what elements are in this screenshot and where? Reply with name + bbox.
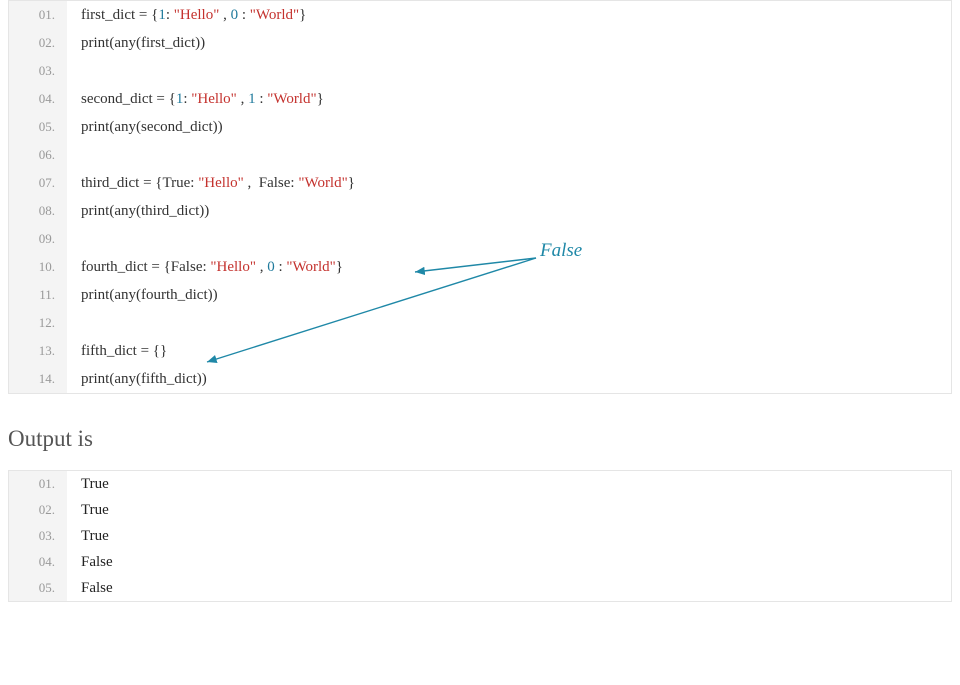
code-line: 07.third_dict = {True: "Hello" , False: …	[9, 169, 951, 197]
line-number: 03.	[9, 57, 67, 85]
line-number: 08.	[9, 197, 67, 225]
line-number: 12.	[9, 309, 67, 337]
output-block: 01.True02.True03.True04.False05.False	[8, 470, 952, 602]
line-number: 03.	[9, 523, 67, 549]
line-content: third_dict = {True: "Hello" , False: "Wo…	[67, 169, 355, 197]
code-line: 05.print(any(second_dict))	[9, 113, 951, 141]
output-line: 03.True	[9, 523, 951, 549]
code-line: 02.print(any(first_dict))	[9, 29, 951, 57]
output-value: False	[67, 549, 113, 575]
code-block: 01.first_dict = {1: "Hello" , 0 : "World…	[8, 0, 952, 394]
line-content	[67, 141, 81, 169]
output-value: True	[67, 471, 109, 497]
code-line: 03.	[9, 57, 951, 85]
line-content: second_dict = {1: "Hello" , 1 : "World"}	[67, 85, 324, 113]
code-line: 14.print(any(fifth_dict))	[9, 365, 951, 393]
line-number: 04.	[9, 549, 67, 575]
line-number: 11.	[9, 281, 67, 309]
line-content: fifth_dict = {}	[67, 337, 167, 365]
line-number: 14.	[9, 365, 67, 393]
code-line: 12.	[9, 309, 951, 337]
line-number: 05.	[9, 575, 67, 601]
output-line: 02.True	[9, 497, 951, 523]
line-content: print(any(fourth_dict))	[67, 281, 218, 309]
line-content: print(any(fifth_dict))	[67, 365, 207, 393]
code-line: 13.fifth_dict = {}	[9, 337, 951, 365]
code-line: 04.second_dict = {1: "Hello" , 1 : "Worl…	[9, 85, 951, 113]
line-number: 02.	[9, 29, 67, 57]
code-line: 09.	[9, 225, 951, 253]
code-line: 01.first_dict = {1: "Hello" , 0 : "World…	[9, 1, 951, 29]
line-number: 13.	[9, 337, 67, 365]
code-line: 10.fourth_dict = {False: "Hello" , 0 : "…	[9, 253, 951, 281]
line-content: fourth_dict = {False: "Hello" , 0 : "Wor…	[67, 253, 343, 281]
line-content: print(any(first_dict))	[67, 29, 205, 57]
line-content	[67, 57, 81, 85]
line-number: 01.	[9, 471, 67, 497]
line-number: 06.	[9, 141, 67, 169]
code-line: 06.	[9, 141, 951, 169]
line-content: print(any(second_dict))	[67, 113, 223, 141]
line-number: 01.	[9, 1, 67, 29]
line-number: 02.	[9, 497, 67, 523]
output-value: False	[67, 575, 113, 601]
line-content	[67, 225, 81, 253]
line-content: first_dict = {1: "Hello" , 0 : "World"}	[67, 1, 306, 29]
line-number: 10.	[9, 253, 67, 281]
output-line: 04.False	[9, 549, 951, 575]
output-value: True	[67, 497, 109, 523]
code-line: 08.print(any(third_dict))	[9, 197, 951, 225]
output-line: 05.False	[9, 575, 951, 601]
section-heading: Output is	[0, 394, 960, 470]
line-content: print(any(third_dict))	[67, 197, 209, 225]
code-line: 11.print(any(fourth_dict))	[9, 281, 951, 309]
line-number: 07.	[9, 169, 67, 197]
line-content	[67, 309, 81, 337]
line-number: 04.	[9, 85, 67, 113]
line-number: 05.	[9, 113, 67, 141]
output-value: True	[67, 523, 109, 549]
line-number: 09.	[9, 225, 67, 253]
output-line: 01.True	[9, 471, 951, 497]
